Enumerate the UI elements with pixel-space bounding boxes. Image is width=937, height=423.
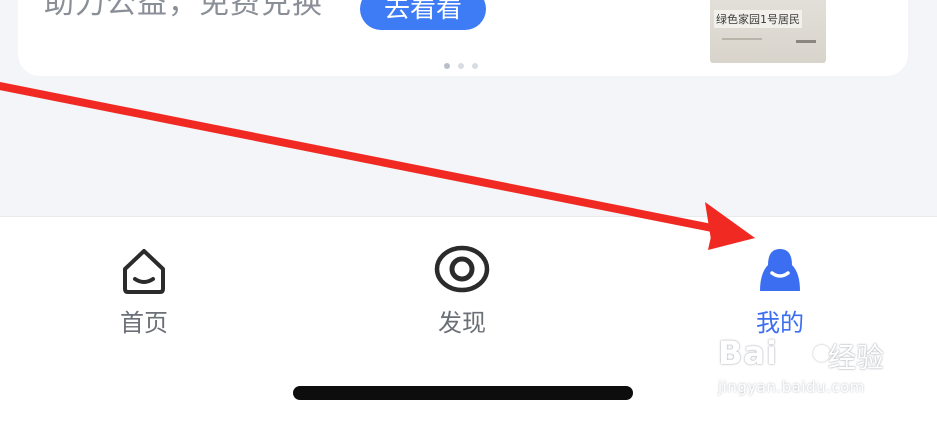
promo-image-label: 绿色家园1号居民 [714, 10, 802, 28]
baidu-jingyan-watermark: Bai ● 经验 jingyan.baidu.com [716, 334, 906, 404]
promo-text: 助力公益，免费兑换 [44, 0, 323, 21]
tab-home[interactable]: 首页 [84, 243, 204, 339]
promo-product-image[interactable]: 绿色家园1号居民 [710, 0, 826, 63]
eye-icon [434, 245, 490, 293]
home-indicator[interactable] [293, 386, 633, 400]
tab-discover-label: 发现 [438, 309, 486, 337]
promo-image-decoration [722, 38, 762, 40]
promo-image-logo-mark [796, 40, 816, 43]
carousel-dot [472, 63, 478, 69]
watermark-brand-suffix: 经验 [828, 341, 885, 374]
carousel-indicator [444, 63, 478, 69]
tab-mine[interactable]: 我的 [720, 243, 840, 339]
user-icon [760, 249, 800, 291]
watermark-brand: Bai [718, 334, 778, 372]
promo-banner-card[interactable]: 助力公益，免费兑换 去看看 绿色家园1号居民 [18, 0, 908, 76]
carousel-dot [458, 63, 464, 69]
tab-discover[interactable]: 发现 [402, 243, 522, 339]
tab-home-label: 首页 [120, 309, 168, 337]
home-icon [123, 249, 165, 294]
carousel-dot [444, 63, 450, 69]
go-see-button[interactable]: 去看看 [360, 0, 486, 30]
watermark-url: jingyan.baidu.com [718, 378, 865, 396]
content-area: 助力公益，免费兑换 去看看 绿色家园1号居民 [0, 0, 937, 216]
